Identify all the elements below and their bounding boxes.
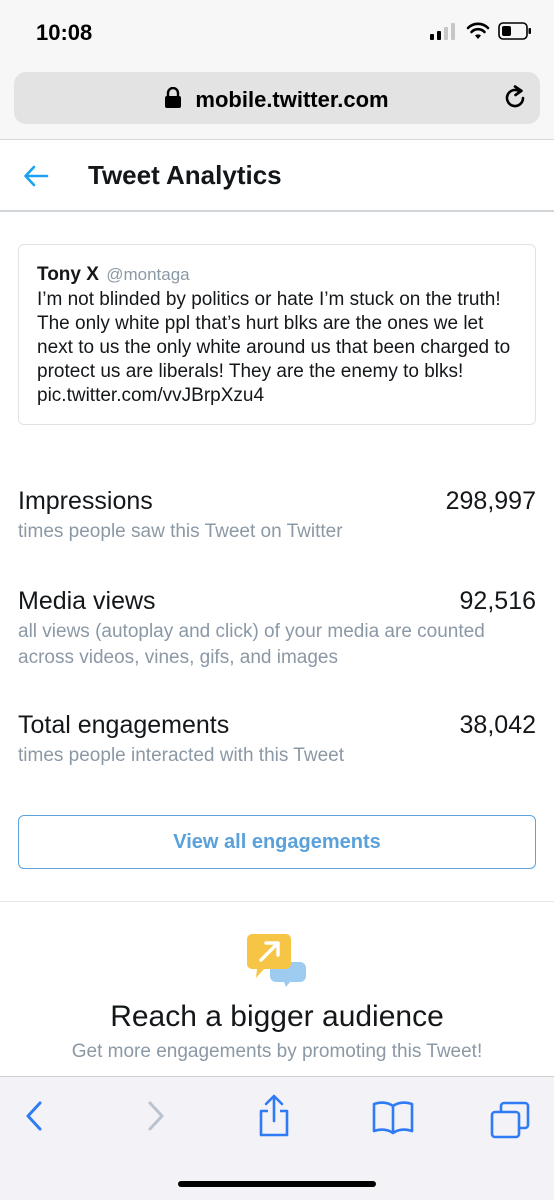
metric-media-views: Media views 92,516 all views (autoplay a… xyxy=(18,587,536,671)
promo-subtitle: Get more engagements by promoting this T… xyxy=(71,1041,483,1062)
view-all-engagements-button[interactable]: View all engagements xyxy=(18,815,536,869)
tweet-author: Tony X @montaga xyxy=(37,263,517,287)
status-time: 10:08 xyxy=(36,20,93,45)
promo-title: Reach a bigger audience xyxy=(110,1000,444,1033)
metric-total-engagements: Total engagements 38,042 times people in… xyxy=(18,711,536,769)
url-text: mobile.twitter.com xyxy=(195,87,389,112)
metric-label: Total engagements xyxy=(18,711,230,739)
back-icon[interactable] xyxy=(22,1099,48,1138)
battery-icon xyxy=(498,22,532,45)
metric-description: times people interacted with this Tweet xyxy=(18,745,344,766)
forward-icon[interactable] xyxy=(142,1099,168,1138)
promote-icon xyxy=(246,932,308,993)
metric-impressions: Impressions 298,997 times people saw thi… xyxy=(18,487,536,545)
metric-value: 38,042 xyxy=(459,711,536,739)
metric-label: Impressions xyxy=(18,487,153,515)
metric-label: Media views xyxy=(18,587,156,615)
wifi-icon xyxy=(466,22,490,45)
address-bar[interactable]: mobile.twitter.com xyxy=(14,72,540,124)
tweet-card[interactable]: Tony X @montaga I’m not blinded by polit… xyxy=(18,244,536,425)
tweet-text: I’m not blinded by politics or hate I’m … xyxy=(37,289,511,406)
page-title: Tweet Analytics xyxy=(88,160,282,190)
metric-value: 298,997 xyxy=(445,487,536,515)
metric-description: times people saw this Tweet on Twitter xyxy=(18,521,343,542)
status-bar: 10:08 xyxy=(0,0,554,66)
signal-icon xyxy=(430,22,458,45)
metric-value: 92,516 xyxy=(459,587,536,615)
page-header: Tweet Analytics xyxy=(0,140,554,212)
tabs-icon[interactable] xyxy=(490,1101,530,1144)
section-divider xyxy=(0,901,554,902)
back-arrow-icon[interactable] xyxy=(22,162,50,195)
home-indicator[interactable] xyxy=(178,1181,376,1187)
metric-description: all views (autoplay and click) of your m… xyxy=(18,621,485,668)
status-icons xyxy=(430,22,532,45)
share-icon[interactable] xyxy=(256,1093,292,1144)
bookmarks-icon[interactable] xyxy=(372,1099,414,1140)
reload-icon[interactable] xyxy=(502,85,528,116)
tweet-author-name: Tony X xyxy=(37,264,99,285)
browser-address-area: mobile.twitter.com xyxy=(0,66,554,140)
tweet-author-handle: @montaga xyxy=(106,265,190,284)
